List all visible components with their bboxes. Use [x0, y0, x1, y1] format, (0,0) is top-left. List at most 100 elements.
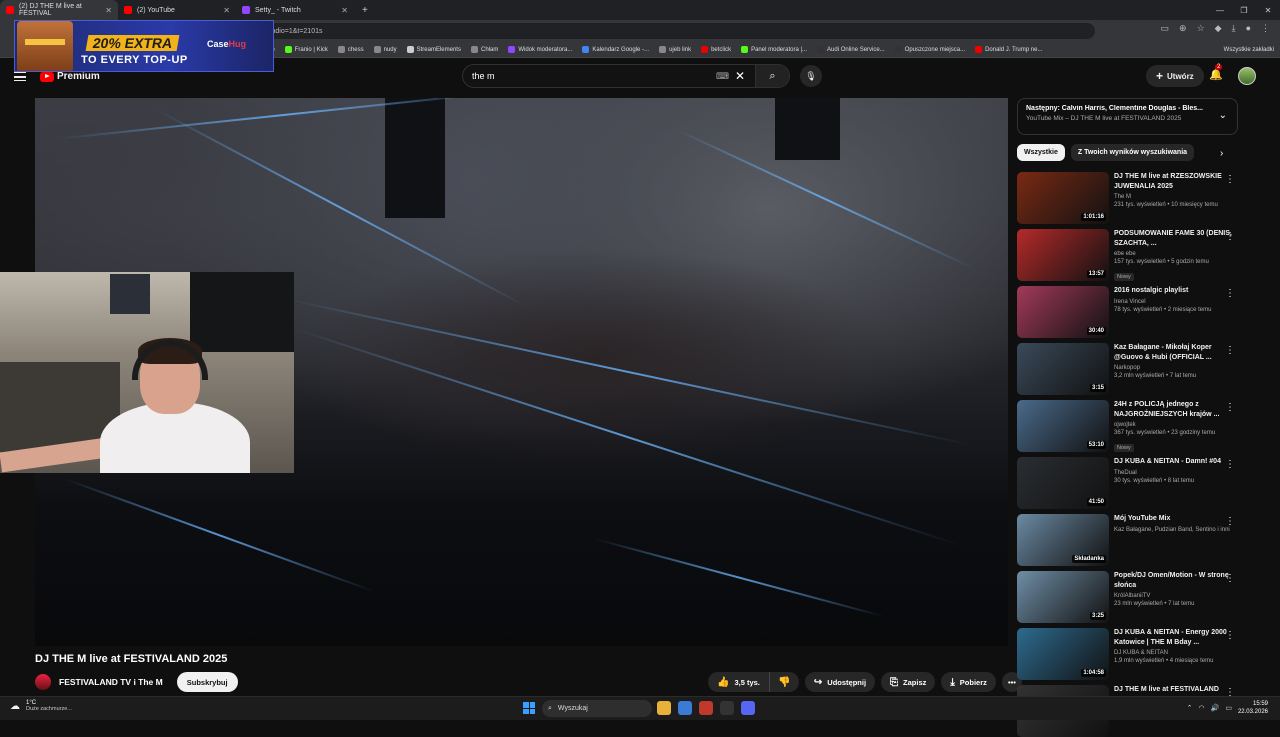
channel-name[interactable]: ebe ebe [1114, 251, 1234, 257]
bookmark-item[interactable]: Franio | Kick [284, 46, 328, 53]
chip-all[interactable]: Wszystkie [1017, 144, 1065, 161]
hamburger-menu-icon[interactable] [14, 72, 26, 81]
like-button[interactable]: 👍 3,5 tys. [708, 672, 769, 692]
video-title[interactable]: DJ THE M live at FESTIVALAND [1114, 685, 1234, 695]
url-field[interactable]: rt_radio=1&t=2101s [255, 23, 1095, 39]
close-tab-icon[interactable]: ✕ [105, 6, 112, 15]
battery-icon[interactable]: ▭ [1225, 704, 1232, 712]
video-title[interactable]: 24H z POLICJĄ jednego z NAJGROŹNIEJSZYCH… [1114, 400, 1234, 419]
taskbar-search[interactable]: ⌕ Wyszukaj [542, 700, 652, 717]
keyboard-icon[interactable]: ⌨ [716, 71, 729, 82]
video-title[interactable]: DJ KUBA & NEITAN - Energy 2000 Katowice … [1114, 628, 1234, 647]
bookmark-item[interactable]: Audi Online Service... [817, 46, 885, 53]
recommended-video[interactable]: 13:57 PODSUMOWANIE FAME 30 (DENIS, SZACHT… [1017, 229, 1253, 281]
tab-0[interactable]: (2) DJ THE M live at FESTIVAL ✕ [0, 0, 118, 20]
minimize-icon[interactable]: — [1208, 6, 1232, 15]
recommended-video[interactable]: 3:15 Kaz Bałagane - Mikołaj Koper @Guovo … [1017, 343, 1253, 395]
share-button[interactable]: ↪ Udostępnij [804, 672, 876, 692]
close-tab-icon[interactable]: ✕ [341, 6, 348, 15]
close-window-icon[interactable]: ✕ [1256, 6, 1280, 15]
create-button[interactable]: + Utwórz [1146, 65, 1204, 87]
clear-search-icon[interactable]: ✕ [735, 69, 745, 83]
channel-name[interactable]: Irena Vincel [1114, 299, 1234, 305]
bookmark-item[interactable]: chess [337, 46, 364, 53]
weather-widget[interactable]: ☁ 1°C Duże zachmurze... [10, 700, 72, 712]
tab-1[interactable]: (2) YouTube ✕ [118, 0, 236, 20]
recommended-video[interactable]: Składanka Mój YouTube Mix Kaz Bałagane, Pu… [1017, 514, 1253, 566]
bookmark-item[interactable]: betclick [701, 46, 731, 53]
notifications-bell-icon[interactable]: 🔔 2 [1209, 64, 1223, 81]
new-tab-button[interactable]: + [362, 5, 368, 16]
channel-name[interactable]: ojwojtek [1114, 422, 1234, 428]
video-thumbnail[interactable]: 41:50 [1017, 457, 1109, 509]
chevron-up-icon[interactable]: ⌃ [1187, 704, 1193, 712]
video-thumbnail[interactable]: 30:40 [1017, 286, 1109, 338]
close-tab-icon[interactable]: ✕ [223, 6, 230, 15]
more-options-icon[interactable]: ⋮ [1225, 174, 1235, 185]
channel-name[interactable]: Kaz Bałagane, Pudzian Band, Sentino i in… [1114, 527, 1234, 533]
channel-name[interactable]: FESTIVALAND TV i The M [59, 677, 163, 687]
save-button[interactable]: ⎘ Zapisz [881, 672, 936, 692]
up-next-mix-panel[interactable]: Następny: Calvin Harris, Clementine Doug… [1017, 98, 1238, 135]
all-bookmarks[interactable]: Wszystkie zakładki [1224, 47, 1274, 53]
taskbar-app-icon[interactable] [741, 701, 755, 715]
taskbar-app-icon[interactable] [699, 701, 713, 715]
video-thumbnail[interactable]: 1:04:58 [1017, 628, 1109, 680]
menu-icon[interactable]: ⋮ [1261, 23, 1270, 34]
video-title[interactable]: Kaz Bałagane - Mikołaj Koper @Guovo & Hu… [1114, 343, 1234, 362]
bookmark-item[interactable]: StreamElements [406, 46, 461, 53]
bookmark-item[interactable]: Panel moderatora |... [741, 46, 807, 53]
taskbar-app-icon[interactable] [657, 701, 671, 715]
voice-search-button[interactable]: 🎙 [800, 65, 822, 87]
subscribe-button[interactable]: Subskrybuj [176, 672, 238, 692]
video-title[interactable]: Popek/DJ Omen/Motion - W stronę słońca [1114, 571, 1234, 590]
avatar[interactable] [1238, 67, 1256, 85]
taskbar-app-icon[interactable] [720, 701, 734, 715]
more-options-icon[interactable]: ⋮ [1225, 402, 1235, 413]
video-thumbnail[interactable]: 3:15 [1017, 343, 1109, 395]
clock[interactable]: 15:59 22.03.2026 [1238, 700, 1268, 716]
channel-name[interactable]: TheDual [1114, 470, 1234, 476]
cast-icon[interactable]: ▭ [1161, 23, 1170, 34]
taskbar-app-icon[interactable] [678, 701, 692, 715]
youtube-logo[interactable]: Premium [40, 71, 100, 82]
more-options-icon[interactable]: ⋮ [1225, 459, 1235, 470]
channel-name[interactable]: The M [1114, 194, 1234, 200]
video-thumbnail[interactable]: 3:25 [1017, 571, 1109, 623]
video-title[interactable]: 2016 nostalgic playlist [1114, 286, 1234, 296]
bookmark-item[interactable]: Chłam [470, 46, 498, 53]
video-title[interactable]: PODSUMOWANIE FAME 30 (DENIS, SZACHTA, ..… [1114, 229, 1234, 248]
more-options-icon[interactable]: ⋮ [1225, 573, 1235, 584]
search-box[interactable]: the m ⌨ ✕ ⌕ [462, 64, 790, 88]
chevron-down-icon[interactable]: ⌄ [1219, 110, 1227, 121]
channel-name[interactable]: DJ KUBA & NEITAN [1114, 650, 1234, 656]
bookmark-item[interactable]: Kalendarz Google -... [582, 46, 649, 53]
video-title[interactable]: Mój YouTube Mix [1114, 514, 1234, 524]
channel-name[interactable]: KrólAlbaniiTV [1114, 593, 1234, 599]
chevron-right-icon[interactable]: › [1220, 148, 1223, 159]
recommended-video[interactable]: 41:50 DJ KUBA & NEITAN - Damn! #04 TheDual… [1017, 457, 1253, 509]
channel-name[interactable]: Narkopop [1114, 365, 1234, 371]
volume-icon[interactable]: 🔊 [1211, 704, 1220, 712]
search-button[interactable]: ⌕ [755, 65, 789, 87]
recommended-video[interactable]: 30:40 2016 nostalgic playlist Irena Vincel… [1017, 286, 1253, 338]
video-thumbnail[interactable]: 13:57 [1017, 229, 1109, 281]
video-thumbnail[interactable]: 1:01:16 [1017, 172, 1109, 224]
bookmark-item[interactable]: Widok moderatora... [508, 46, 572, 53]
bookmark-item[interactable]: nudy [373, 46, 397, 53]
extension-icon[interactable]: ◆ [1215, 23, 1222, 34]
channel-avatar[interactable] [35, 674, 51, 690]
download-icon[interactable]: ⤓ [1232, 23, 1236, 34]
windows-start-icon[interactable] [523, 702, 535, 714]
more-options-icon[interactable]: ⋮ [1225, 630, 1235, 641]
bookmark-star-icon[interactable]: ☆ [1197, 23, 1205, 34]
video-title[interactable]: DJ KUBA & NEITAN - Damn! #04 [1114, 457, 1234, 467]
dislike-button[interactable]: 👎 [768, 672, 799, 692]
more-options-icon[interactable]: ⋮ [1225, 288, 1235, 299]
casehug-ad-banner[interactable]: 20% EXTRA TO EVERY TOP-UP CaseHug [14, 20, 274, 72]
download-button[interactable]: ⤓ Pobierz [941, 672, 996, 692]
video-title[interactable]: DJ THE M live at RZESZOWSKIE JUWENALIA 2… [1114, 172, 1234, 191]
video-thumbnail[interactable]: 53:10 [1017, 400, 1109, 452]
bookmark-item[interactable]: ujeb link [659, 46, 691, 53]
bookmark-item[interactable]: Opuszczone miejsca... [894, 46, 965, 53]
